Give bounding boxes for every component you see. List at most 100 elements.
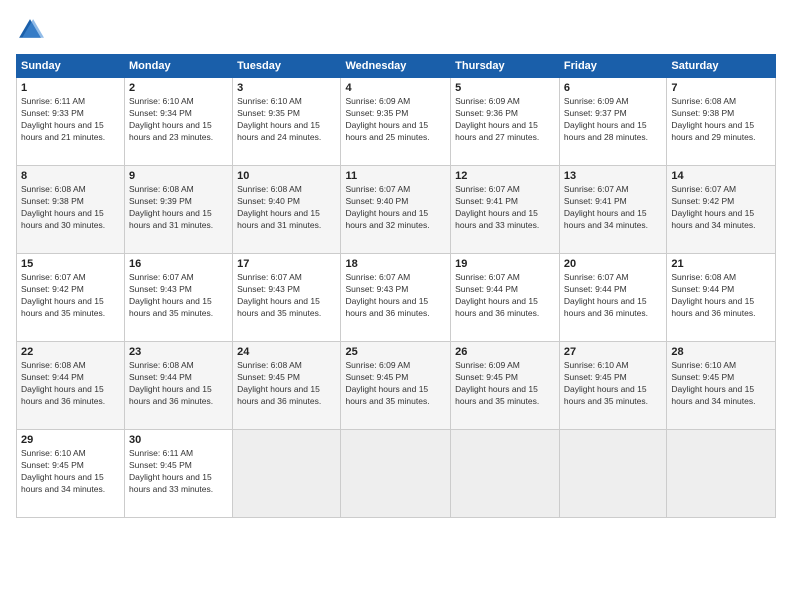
day-number: 29 bbox=[21, 434, 120, 446]
day-info: Sunrise: 6:08 AM Sunset: 9:44 PM Dayligh… bbox=[21, 360, 120, 408]
week-row-3: 15 Sunrise: 6:07 AM Sunset: 9:42 PM Dayl… bbox=[17, 254, 776, 342]
day-info: Sunrise: 6:07 AM Sunset: 9:43 PM Dayligh… bbox=[237, 272, 336, 320]
day-number: 12 bbox=[455, 170, 555, 182]
day-info: Sunrise: 6:07 AM Sunset: 9:44 PM Dayligh… bbox=[455, 272, 555, 320]
day-info: Sunrise: 6:08 AM Sunset: 9:44 PM Dayligh… bbox=[671, 272, 771, 320]
day-number: 21 bbox=[671, 258, 771, 270]
weekday-sunday: Sunday bbox=[17, 55, 125, 78]
weekday-header-row: SundayMondayTuesdayWednesdayThursdayFrid… bbox=[17, 55, 776, 78]
day-cell: 2 Sunrise: 6:10 AM Sunset: 9:34 PM Dayli… bbox=[125, 78, 233, 166]
day-cell: 13 Sunrise: 6:07 AM Sunset: 9:41 PM Dayl… bbox=[559, 166, 666, 254]
day-cell: 1 Sunrise: 6:11 AM Sunset: 9:33 PM Dayli… bbox=[17, 78, 125, 166]
day-number: 16 bbox=[129, 258, 228, 270]
day-cell: 23 Sunrise: 6:08 AM Sunset: 9:44 PM Dayl… bbox=[125, 342, 233, 430]
calendar: SundayMondayTuesdayWednesdayThursdayFrid… bbox=[16, 54, 776, 518]
day-number: 5 bbox=[455, 82, 555, 94]
day-cell: 10 Sunrise: 6:08 AM Sunset: 9:40 PM Dayl… bbox=[233, 166, 341, 254]
week-row-4: 22 Sunrise: 6:08 AM Sunset: 9:44 PM Dayl… bbox=[17, 342, 776, 430]
day-number: 24 bbox=[237, 346, 336, 358]
day-cell: 27 Sunrise: 6:10 AM Sunset: 9:45 PM Dayl… bbox=[559, 342, 666, 430]
day-number: 27 bbox=[564, 346, 662, 358]
day-cell bbox=[341, 430, 451, 518]
weekday-tuesday: Tuesday bbox=[233, 55, 341, 78]
day-info: Sunrise: 6:08 AM Sunset: 9:45 PM Dayligh… bbox=[237, 360, 336, 408]
day-number: 22 bbox=[21, 346, 120, 358]
day-number: 13 bbox=[564, 170, 662, 182]
day-number: 4 bbox=[345, 82, 446, 94]
day-cell: 9 Sunrise: 6:08 AM Sunset: 9:39 PM Dayli… bbox=[125, 166, 233, 254]
day-cell: 3 Sunrise: 6:10 AM Sunset: 9:35 PM Dayli… bbox=[233, 78, 341, 166]
weekday-thursday: Thursday bbox=[451, 55, 560, 78]
weekday-monday: Monday bbox=[125, 55, 233, 78]
page: SundayMondayTuesdayWednesdayThursdayFrid… bbox=[0, 0, 792, 612]
day-info: Sunrise: 6:09 AM Sunset: 9:35 PM Dayligh… bbox=[345, 96, 446, 144]
day-cell: 15 Sunrise: 6:07 AM Sunset: 9:42 PM Dayl… bbox=[17, 254, 125, 342]
day-cell: 16 Sunrise: 6:07 AM Sunset: 9:43 PM Dayl… bbox=[125, 254, 233, 342]
day-info: Sunrise: 6:07 AM Sunset: 9:43 PM Dayligh… bbox=[129, 272, 228, 320]
day-cell: 12 Sunrise: 6:07 AM Sunset: 9:41 PM Dayl… bbox=[451, 166, 560, 254]
day-number: 20 bbox=[564, 258, 662, 270]
day-info: Sunrise: 6:07 AM Sunset: 9:40 PM Dayligh… bbox=[345, 184, 446, 232]
day-info: Sunrise: 6:11 AM Sunset: 9:33 PM Dayligh… bbox=[21, 96, 120, 144]
day-cell: 24 Sunrise: 6:08 AM Sunset: 9:45 PM Dayl… bbox=[233, 342, 341, 430]
day-info: Sunrise: 6:07 AM Sunset: 9:42 PM Dayligh… bbox=[671, 184, 771, 232]
day-info: Sunrise: 6:09 AM Sunset: 9:37 PM Dayligh… bbox=[564, 96, 662, 144]
day-info: Sunrise: 6:08 AM Sunset: 9:38 PM Dayligh… bbox=[21, 184, 120, 232]
day-number: 2 bbox=[129, 82, 228, 94]
day-info: Sunrise: 6:07 AM Sunset: 9:41 PM Dayligh… bbox=[455, 184, 555, 232]
day-number: 17 bbox=[237, 258, 336, 270]
day-number: 19 bbox=[455, 258, 555, 270]
day-number: 30 bbox=[129, 434, 228, 446]
day-info: Sunrise: 6:09 AM Sunset: 9:36 PM Dayligh… bbox=[455, 96, 555, 144]
day-number: 6 bbox=[564, 82, 662, 94]
day-cell: 25 Sunrise: 6:09 AM Sunset: 9:45 PM Dayl… bbox=[341, 342, 451, 430]
day-info: Sunrise: 6:07 AM Sunset: 9:42 PM Dayligh… bbox=[21, 272, 120, 320]
day-cell bbox=[667, 430, 776, 518]
day-number: 7 bbox=[671, 82, 771, 94]
week-row-5: 29 Sunrise: 6:10 AM Sunset: 9:45 PM Dayl… bbox=[17, 430, 776, 518]
week-row-1: 1 Sunrise: 6:11 AM Sunset: 9:33 PM Dayli… bbox=[17, 78, 776, 166]
day-cell: 17 Sunrise: 6:07 AM Sunset: 9:43 PM Dayl… bbox=[233, 254, 341, 342]
day-cell: 29 Sunrise: 6:10 AM Sunset: 9:45 PM Dayl… bbox=[17, 430, 125, 518]
day-cell: 8 Sunrise: 6:08 AM Sunset: 9:38 PM Dayli… bbox=[17, 166, 125, 254]
week-row-2: 8 Sunrise: 6:08 AM Sunset: 9:38 PM Dayli… bbox=[17, 166, 776, 254]
weekday-friday: Friday bbox=[559, 55, 666, 78]
day-cell: 20 Sunrise: 6:07 AM Sunset: 9:44 PM Dayl… bbox=[559, 254, 666, 342]
day-cell: 28 Sunrise: 6:10 AM Sunset: 9:45 PM Dayl… bbox=[667, 342, 776, 430]
logo-icon bbox=[16, 16, 44, 44]
day-cell: 22 Sunrise: 6:08 AM Sunset: 9:44 PM Dayl… bbox=[17, 342, 125, 430]
day-cell: 14 Sunrise: 6:07 AM Sunset: 9:42 PM Dayl… bbox=[667, 166, 776, 254]
day-info: Sunrise: 6:08 AM Sunset: 9:40 PM Dayligh… bbox=[237, 184, 336, 232]
day-info: Sunrise: 6:09 AM Sunset: 9:45 PM Dayligh… bbox=[345, 360, 446, 408]
day-cell bbox=[559, 430, 666, 518]
day-info: Sunrise: 6:08 AM Sunset: 9:39 PM Dayligh… bbox=[129, 184, 228, 232]
day-cell: 19 Sunrise: 6:07 AM Sunset: 9:44 PM Dayl… bbox=[451, 254, 560, 342]
day-number: 3 bbox=[237, 82, 336, 94]
day-number: 28 bbox=[671, 346, 771, 358]
day-number: 8 bbox=[21, 170, 120, 182]
day-cell: 4 Sunrise: 6:09 AM Sunset: 9:35 PM Dayli… bbox=[341, 78, 451, 166]
day-info: Sunrise: 6:10 AM Sunset: 9:45 PM Dayligh… bbox=[21, 448, 120, 496]
day-number: 18 bbox=[345, 258, 446, 270]
day-cell: 7 Sunrise: 6:08 AM Sunset: 9:38 PM Dayli… bbox=[667, 78, 776, 166]
day-number: 1 bbox=[21, 82, 120, 94]
day-info: Sunrise: 6:10 AM Sunset: 9:35 PM Dayligh… bbox=[237, 96, 336, 144]
day-cell: 18 Sunrise: 6:07 AM Sunset: 9:43 PM Dayl… bbox=[341, 254, 451, 342]
day-info: Sunrise: 6:08 AM Sunset: 9:38 PM Dayligh… bbox=[671, 96, 771, 144]
day-number: 26 bbox=[455, 346, 555, 358]
day-cell: 30 Sunrise: 6:11 AM Sunset: 9:45 PM Dayl… bbox=[125, 430, 233, 518]
weekday-wednesday: Wednesday bbox=[341, 55, 451, 78]
header bbox=[16, 16, 776, 44]
day-number: 14 bbox=[671, 170, 771, 182]
day-cell bbox=[451, 430, 560, 518]
day-number: 23 bbox=[129, 346, 228, 358]
day-info: Sunrise: 6:10 AM Sunset: 9:34 PM Dayligh… bbox=[129, 96, 228, 144]
day-number: 10 bbox=[237, 170, 336, 182]
weekday-saturday: Saturday bbox=[667, 55, 776, 78]
day-cell bbox=[233, 430, 341, 518]
day-number: 25 bbox=[345, 346, 446, 358]
day-info: Sunrise: 6:07 AM Sunset: 9:43 PM Dayligh… bbox=[345, 272, 446, 320]
day-info: Sunrise: 6:08 AM Sunset: 9:44 PM Dayligh… bbox=[129, 360, 228, 408]
day-info: Sunrise: 6:11 AM Sunset: 9:45 PM Dayligh… bbox=[129, 448, 228, 496]
day-info: Sunrise: 6:07 AM Sunset: 9:44 PM Dayligh… bbox=[564, 272, 662, 320]
